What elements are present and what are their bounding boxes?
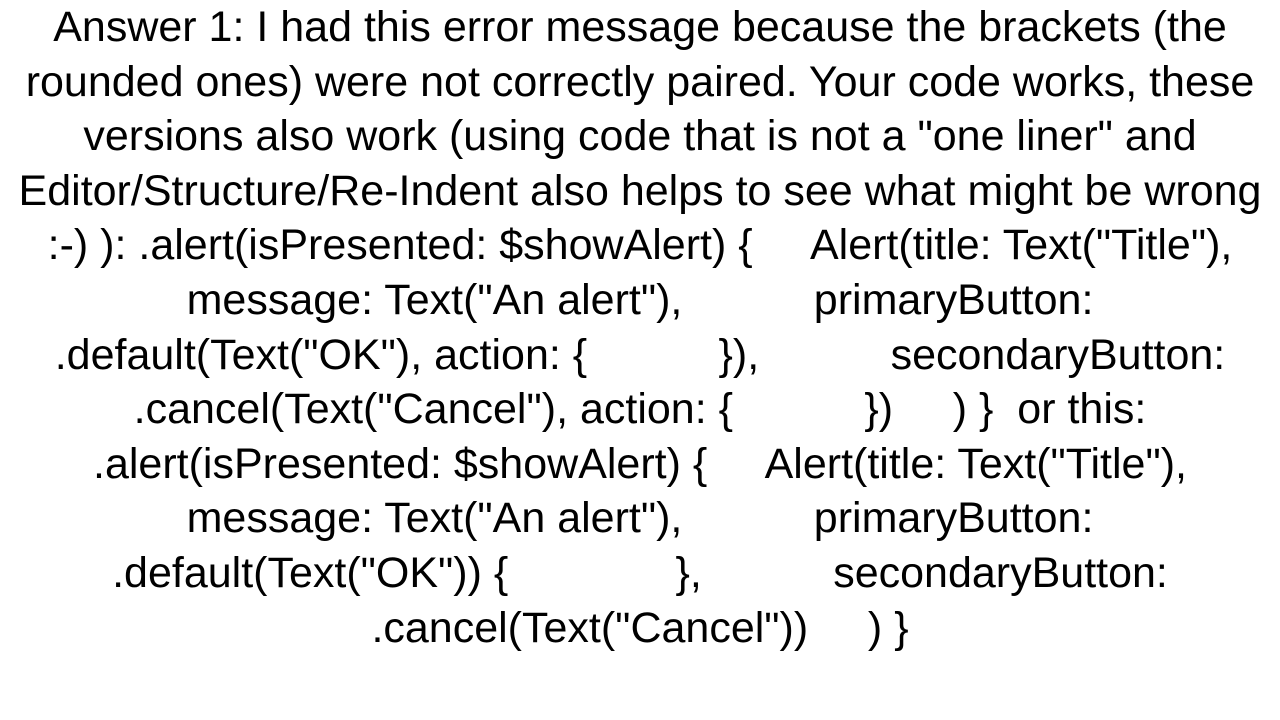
answer-body: I had this error message because the bra… bbox=[19, 3, 1280, 652]
answer-text-block: Answer 1: I had this error message becau… bbox=[0, 0, 1280, 720]
answer-prefix: Answer 1: bbox=[53, 3, 244, 51]
